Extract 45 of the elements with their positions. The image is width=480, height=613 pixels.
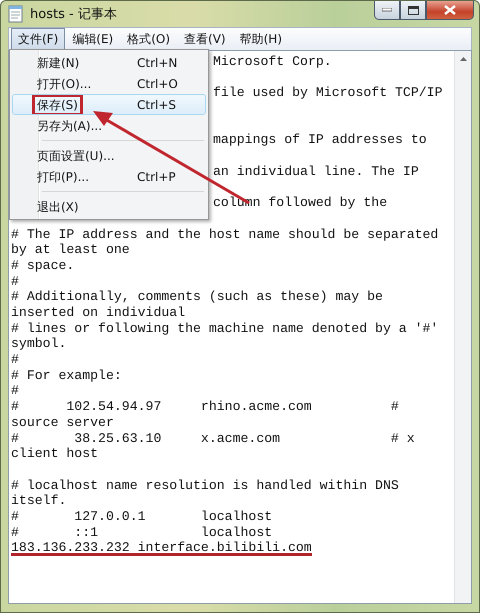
text-line: an individual line. The IP [213, 164, 419, 180]
text-line: # [11, 274, 19, 290]
text-line: # 102.54.94.97 rhino.acme.com # [11, 399, 399, 415]
text-line: # localhost name resolution is handled within DNS [11, 478, 399, 494]
text-line: symbol. [11, 336, 66, 352]
text-line: by at least one [11, 242, 130, 258]
text-line: Microsoft Corp. [213, 54, 332, 70]
menu-item[interactable]: 页面设置(U)... [12, 145, 206, 166]
menu-item[interactable]: 打开(O)... Ctrl+O [12, 73, 206, 94]
scrollbar[interactable] [454, 51, 471, 603]
maximize-button[interactable] [400, 1, 426, 20]
text-line: # 127.0.0.1 localhost [11, 508, 272, 525]
text-line: # 38.25.63.10 x.acme.com # x [11, 430, 415, 446]
menu-bar-item[interactable]: 格式(O) [120, 28, 178, 50]
maximize-icon [408, 6, 418, 14]
menu-bar-item[interactable]: 编辑(E) [65, 28, 120, 50]
text-line: source server [11, 414, 114, 430]
menu-bar-item[interactable]: 查看(V) [177, 28, 233, 50]
text-line: itself. [11, 493, 66, 509]
menu-item[interactable]: 打印(P)... Ctrl+P [12, 166, 206, 187]
text-line: file used by Microsoft TCP/IP [213, 85, 442, 102]
close-icon [444, 5, 456, 15]
text-line: # space. [11, 258, 74, 274]
menu-item[interactable]: 新建(N) Ctrl+N [12, 52, 206, 73]
text-line: # [11, 383, 19, 400]
text-line: # ::1 localhost [11, 524, 272, 540]
menu-bar-item[interactable]: 文件(F) [11, 28, 66, 50]
text-line: # The IP address and the host name should be separated [11, 226, 438, 242]
menu-item[interactable]: 退出(X) [12, 196, 206, 217]
minimize-icon [382, 8, 392, 12]
menu-item[interactable]: 保存(S) Ctrl+S [12, 94, 206, 115]
text-line: # Additionally, comments (such as these) may be [11, 289, 383, 305]
menu-bar-item[interactable]: 帮助(H) [232, 28, 289, 50]
text-line: client host [11, 446, 98, 462]
text-line: # For example: [11, 368, 122, 384]
text-line: # [11, 352, 19, 368]
menu-item[interactable]: 另存为(A)... [12, 115, 206, 136]
close-button[interactable] [426, 1, 474, 20]
text-line: inserted on individual [11, 305, 186, 321]
text-line: 183.136.233.232 interface.bilibili.com [11, 540, 312, 556]
minimize-button[interactable] [374, 1, 400, 20]
text-line: mappings of IP addresses to [213, 132, 427, 148]
text-line: # lines or following the machine name denoted by a '#' [11, 320, 438, 336]
notepad-icon [8, 5, 24, 23]
window-title: hosts - 记事本 [30, 6, 118, 23]
